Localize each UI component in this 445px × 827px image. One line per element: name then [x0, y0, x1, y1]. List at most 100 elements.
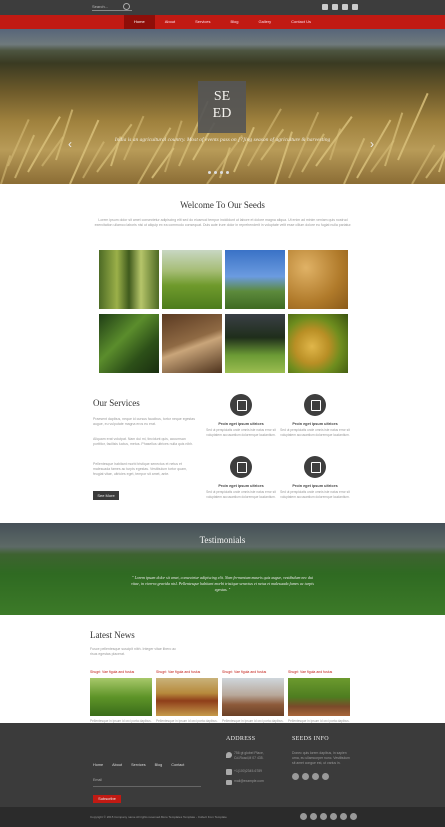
service-item: Proin eget ipsum ultrices Sed ut perspic…: [276, 394, 354, 437]
slider-dots: [208, 171, 229, 174]
welcome-title: Welcome To Our Seeds: [180, 200, 265, 210]
news-image[interactable]: [222, 678, 284, 716]
wheat-stalk: [342, 137, 365, 184]
gallery-image[interactable]: [225, 250, 285, 309]
gallery-image[interactable]: [225, 314, 285, 373]
seed-gallery: [99, 250, 349, 374]
welcome-text: Lorem ipsum dolor sit amet consectetur a…: [94, 218, 352, 228]
nav-item-home[interactable]: Home: [124, 15, 155, 29]
next-slide-arrow[interactable]: ›: [370, 137, 380, 151]
service-item: Proin eget ipsum ultrices Sed ut perspic…: [202, 394, 280, 437]
services-text-2: Pellentesque habitant morbi tristique se…: [93, 462, 187, 477]
wheat-stalk: [7, 119, 30, 167]
bottom-social: [300, 813, 357, 820]
facebook-icon[interactable]: [322, 4, 328, 10]
services-title: Our Services: [93, 398, 140, 408]
service-text: Sed ut perspiciatis unde omnis iste natu…: [280, 428, 350, 437]
nav-item-gallery[interactable]: Gallery: [249, 15, 282, 29]
wheat-stalk: [397, 92, 429, 161]
address-title: ADDRESS: [226, 736, 256, 742]
rss-icon[interactable]: [330, 813, 337, 820]
see-more-button[interactable]: See More: [93, 491, 119, 500]
news-image[interactable]: [156, 678, 218, 716]
linkedin-icon[interactable]: [350, 813, 357, 820]
service-icon: [230, 456, 252, 478]
social-links: [322, 4, 358, 10]
nav-item-contact[interactable]: Contact Us: [281, 15, 321, 29]
slide-dot[interactable]: [208, 171, 211, 174]
subscribe-button[interactable]: Subscribe: [93, 795, 121, 803]
service-text: Sed ut perspiciatis unde omnis iste natu…: [206, 490, 276, 499]
footer-nav: Home About Services Blog Contact: [93, 763, 184, 767]
location-icon: [226, 752, 232, 758]
prev-slide-arrow[interactable]: ‹: [68, 137, 78, 151]
footer-email-input[interactable]: Email: [93, 778, 201, 787]
mail-icon: [226, 780, 232, 785]
seeds-info-title: SEEDS INFO: [292, 736, 329, 742]
logo-line-2: ED: [212, 106, 232, 121]
pinterest-icon[interactable]: [340, 813, 347, 820]
service-title: Proin eget ipsum ultrices: [292, 484, 338, 488]
address-line-2: Cd-Road,M 07 435.: [234, 756, 264, 760]
main-nav: Home About Services Blog Gallery Contact…: [0, 15, 445, 29]
news-title: Latest News: [90, 630, 135, 640]
footer-email[interactable]: mail@example.com: [234, 779, 289, 784]
footer-bottom-bar: Copyright © 2015 Company name All rights…: [0, 807, 445, 827]
footer-link-home[interactable]: Home: [93, 763, 103, 767]
service-title: Proin eget ipsum ultrices: [218, 484, 264, 488]
gallery-image[interactable]: [99, 314, 159, 373]
google-plus-icon[interactable]: [352, 4, 358, 10]
footer-link-contact[interactable]: Contact: [171, 763, 184, 767]
service-item: Proin eget ipsum ultrices Sed ut perspic…: [202, 456, 280, 499]
testimonial-quote: " Lorem ipsum dolor sit amet, consectetu…: [131, 575, 314, 592]
wheat-stalk: [411, 144, 436, 184]
news-image[interactable]: [288, 678, 350, 716]
wheat-stalk: [232, 126, 255, 173]
news-item-title[interactable]: Shugri: Vae figula and fuslus: [90, 670, 152, 674]
slide-dot[interactable]: [226, 171, 229, 174]
footer-link-services[interactable]: Services: [131, 763, 146, 767]
footer-social: [292, 773, 329, 780]
google-plus-icon[interactable]: [320, 813, 327, 820]
gallery-image[interactable]: [99, 250, 159, 309]
top-bar: Search...: [0, 0, 445, 15]
footer-phone: +1(100)2345-6789: [234, 769, 262, 773]
slide-dot[interactable]: [214, 171, 217, 174]
site-logo[interactable]: SE ED: [198, 81, 246, 133]
copyright-text: Copyright © 2015 Company name All rights…: [90, 815, 227, 819]
nav-item-services[interactable]: Services: [185, 15, 220, 29]
twitter-icon[interactable]: [310, 813, 317, 820]
news-item-title[interactable]: Shugri: Vae figula and fuslus: [222, 670, 284, 674]
news-intro: Fusce pellentesque suscipit nibh. Intege…: [90, 647, 176, 657]
twitter-icon[interactable]: [332, 4, 338, 10]
news-image[interactable]: [90, 678, 152, 716]
footer-link-blog[interactable]: Blog: [155, 763, 163, 767]
facebook-icon[interactable]: [300, 813, 307, 820]
service-text: Sed ut perspiciatis unde omnis iste natu…: [280, 490, 350, 499]
nav-item-blog[interactable]: Blog: [220, 15, 248, 29]
seeds-info-text: Donec quis lorem dapibus, in sapien urna…: [292, 751, 350, 765]
news-item-title[interactable]: Shugri: Vae figula and fuslus: [156, 670, 218, 674]
rss-icon[interactable]: [342, 4, 348, 10]
wheat-stalk: [383, 112, 403, 167]
service-item: Proin eget ipsum ultrices Sed ut perspic…: [276, 456, 354, 499]
services-text-1: Aliquam erat volutpat. Nam dui mi, tinci…: [93, 437, 193, 447]
gallery-image[interactable]: [288, 314, 348, 373]
logo-line-1: SE: [213, 89, 231, 104]
news-item-title[interactable]: Shugri: Vae figula and fuslus: [288, 670, 350, 674]
facebook-icon[interactable]: [292, 773, 299, 780]
twitter-icon[interactable]: [302, 773, 309, 780]
gallery-image[interactable]: [162, 250, 222, 309]
hero-caption: India is an agricultural country. Most o…: [114, 137, 331, 143]
gallery-image[interactable]: [162, 314, 222, 373]
rss-icon[interactable]: [322, 773, 329, 780]
footer-link-about[interactable]: About: [112, 763, 122, 767]
search-icon[interactable]: [123, 3, 130, 10]
gallery-image[interactable]: [288, 250, 348, 309]
testimonials-section: Testimonials " Lorem ipsum dolor sit ame…: [0, 523, 445, 615]
nav-item-about[interactable]: About: [155, 15, 185, 29]
service-icon: [230, 394, 252, 416]
google-plus-icon[interactable]: [312, 773, 319, 780]
slide-dot[interactable]: [220, 171, 223, 174]
services-intro: Praesent dapibus, neque id cursus faucib…: [93, 417, 195, 427]
